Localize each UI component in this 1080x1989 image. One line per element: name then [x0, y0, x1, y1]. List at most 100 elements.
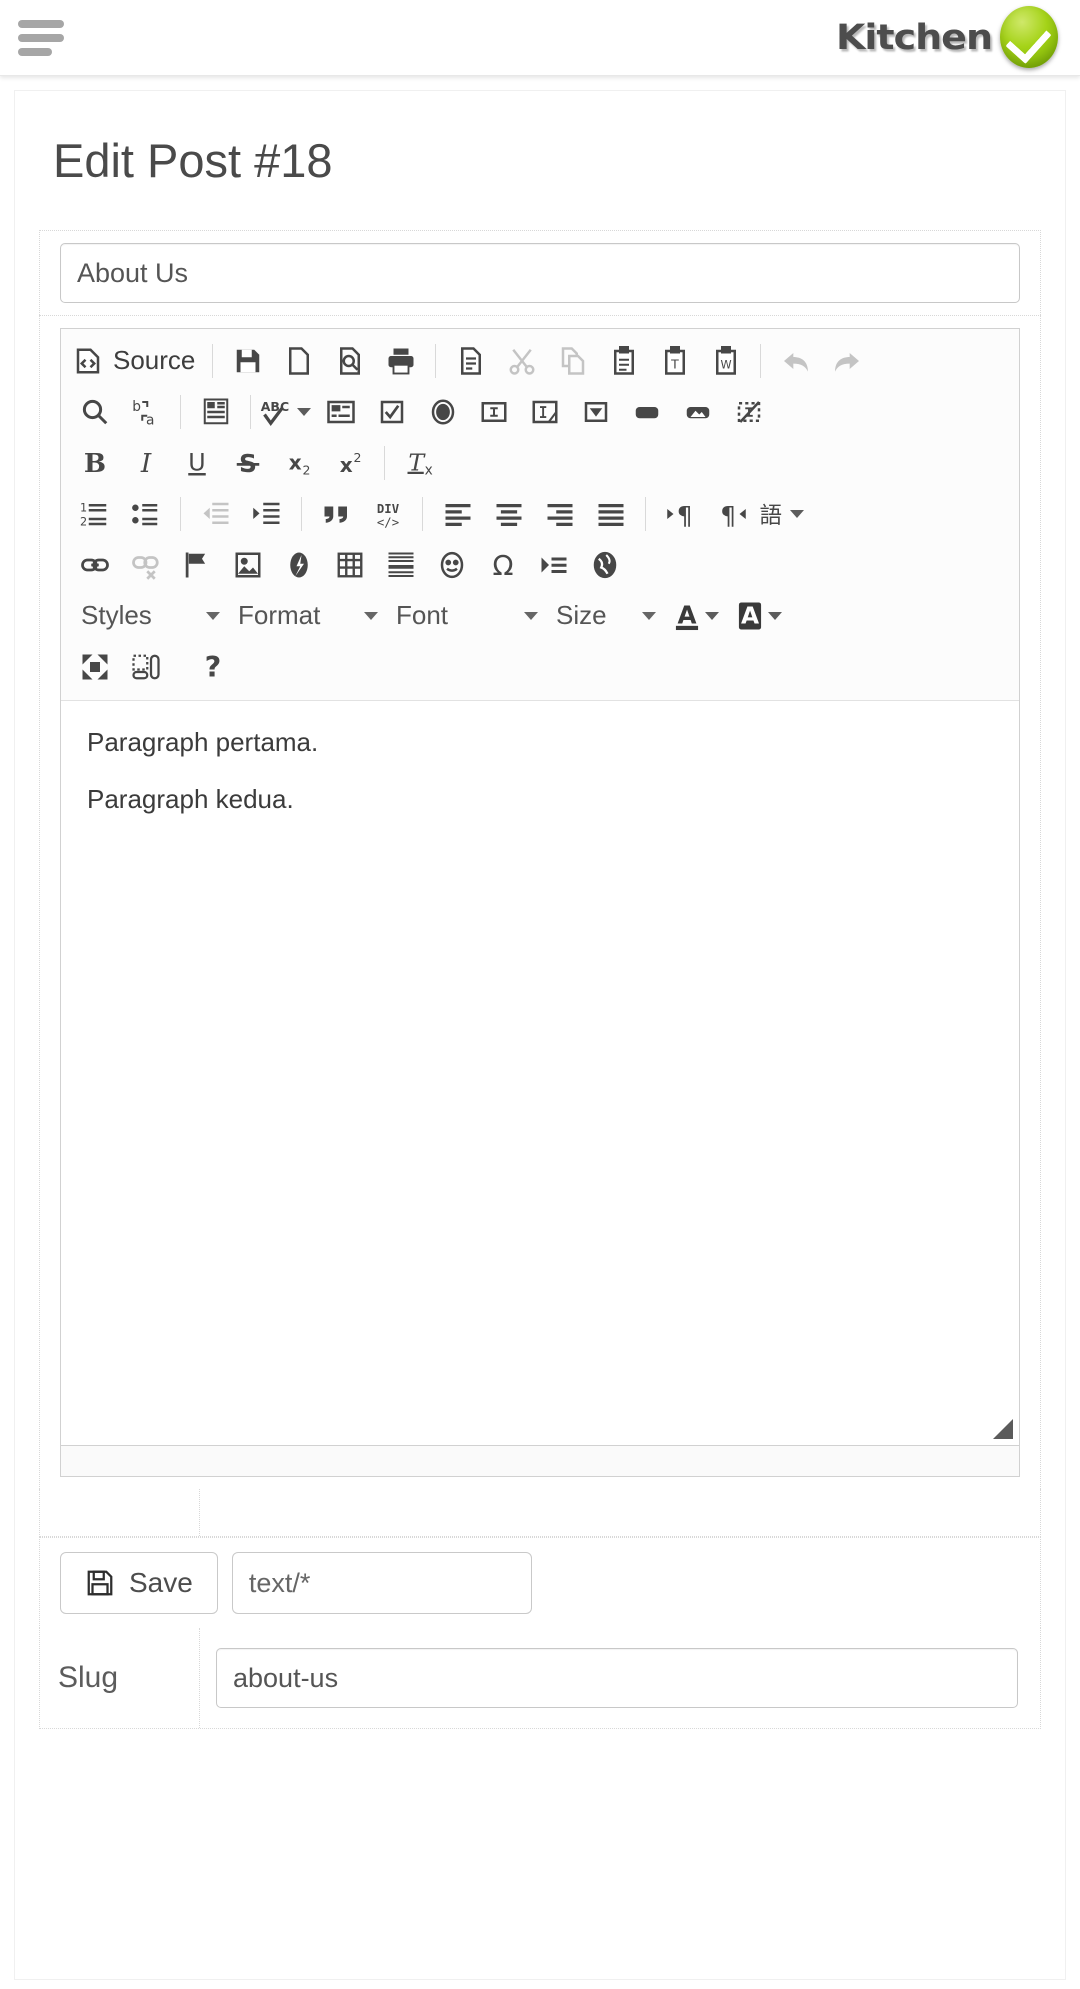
styles-combo[interactable]: Styles — [69, 592, 224, 640]
svg-text:a: a — [146, 412, 154, 427]
horizontal-rule-icon[interactable] — [375, 541, 426, 589]
bold-icon[interactable]: B — [69, 439, 120, 487]
cut-button[interactable] — [496, 337, 547, 385]
format-combo[interactable]: Format — [224, 592, 382, 640]
title-row — [39, 230, 1041, 315]
svg-text:T: T — [670, 356, 679, 371]
quote-icon[interactable] — [311, 490, 362, 538]
select-all-icon[interactable] — [190, 388, 241, 436]
text-color-button[interactable]: A — [660, 592, 723, 640]
page-break-icon[interactable] — [528, 541, 579, 589]
toolbar-separator — [301, 496, 302, 531]
numbered-list-icon[interactable]: 12 — [69, 490, 120, 538]
align-center-icon[interactable] — [483, 490, 534, 538]
save-button-label: Save — [129, 1567, 193, 1598]
svg-text:</>: </> — [376, 515, 398, 529]
push-button-icon[interactable] — [621, 388, 672, 436]
paste-button[interactable] — [598, 337, 649, 385]
superscript-icon[interactable]: x 2 — [324, 439, 375, 487]
templates-button[interactable] — [445, 337, 496, 385]
subscript-icon[interactable]: x 2 — [273, 439, 324, 487]
size-combo-label: Size — [556, 600, 607, 630]
flash-icon[interactable] — [273, 541, 324, 589]
spacer-row — [39, 1489, 1041, 1537]
print-button[interactable] — [375, 337, 426, 385]
brand-logo[interactable]: Kitchen — [836, 6, 1058, 68]
maximize-arrows-icon[interactable] — [69, 643, 120, 691]
redo-button[interactable] — [821, 337, 872, 385]
actions-row: Save — [39, 1537, 1041, 1628]
text-field-icon[interactable] — [468, 388, 519, 436]
toolbar-row-2: b a ABC — [69, 386, 1011, 437]
rich-text-editor: Source T W b a ABC B I U x 2 x 2 T x 1 2… — [60, 328, 1020, 1477]
toolbar-separator — [645, 496, 646, 531]
language-icon[interactable]: 語 — [757, 490, 808, 538]
toolbar-separator — [384, 445, 385, 480]
svg-text:U: U — [188, 448, 205, 476]
radio-button-icon[interactable] — [417, 388, 468, 436]
save-button[interactable]: Save — [60, 1552, 218, 1614]
div-container-icon[interactable]: DIV </> — [362, 490, 413, 538]
globe-iframe-icon[interactable] — [579, 541, 630, 589]
table-grid-icon[interactable] — [324, 541, 375, 589]
editor-content-area[interactable]: Paragraph pertama. Paragraph kedua. — [61, 701, 1019, 1446]
title-input[interactable] — [60, 243, 1020, 303]
paste-as-text-button[interactable]: T — [649, 337, 700, 385]
align-justify-icon[interactable] — [585, 490, 636, 538]
align-left-icon[interactable] — [432, 490, 483, 538]
svg-text:I: I — [139, 448, 151, 477]
paragraph-ltr-icon[interactable]: ¶ — [655, 490, 706, 538]
toolbar-separator — [180, 394, 181, 429]
paste-from-word-button[interactable]: W — [700, 337, 751, 385]
svg-text:2: 2 — [80, 515, 87, 528]
chevron-down-icon — [790, 509, 804, 518]
abc-check-icon[interactable]: ABC — [260, 388, 315, 436]
paragraph-rtl-icon[interactable]: ¶ — [706, 490, 757, 538]
dropdown-select-icon[interactable] — [570, 388, 621, 436]
source-button[interactable]: Source — [69, 337, 203, 385]
editor-status-bar — [61, 1446, 1019, 1476]
background-color-button[interactable]: A — [723, 592, 786, 640]
preview-button[interactable] — [324, 337, 375, 385]
question-mark-icon[interactable]: ? — [187, 643, 238, 691]
chevron-down-icon — [297, 407, 311, 416]
flag-anchor-icon[interactable] — [171, 541, 222, 589]
copy-button[interactable] — [547, 337, 598, 385]
size-combo[interactable]: Size — [542, 592, 660, 640]
find-replace-icon[interactable]: b a — [120, 388, 171, 436]
show-blocks-icon[interactable] — [120, 643, 171, 691]
new-page-button[interactable] — [273, 337, 324, 385]
remove-format-icon[interactable]: T x — [394, 439, 445, 487]
omega-icon[interactable]: Ω — [477, 541, 528, 589]
toolbar-row-1: Source T W — [69, 335, 1011, 386]
font-combo[interactable]: Font — [382, 592, 542, 640]
bulleted-list-icon[interactable] — [120, 490, 171, 538]
resize-handle-icon[interactable] — [993, 1419, 1013, 1439]
slug-row: Slug — [39, 1628, 1041, 1729]
slug-input[interactable] — [216, 1648, 1018, 1708]
outdent-icon[interactable] — [190, 490, 241, 538]
svg-text:B: B — [83, 448, 105, 478]
green-check-badge-icon — [1000, 6, 1058, 68]
magnifier-icon[interactable] — [69, 388, 120, 436]
svg-text:DIV: DIV — [376, 501, 399, 515]
hamburger-menu-icon[interactable] — [18, 16, 66, 60]
hamburger-bar — [18, 20, 64, 28]
align-right-icon[interactable] — [534, 490, 585, 538]
checkbox-icon[interactable] — [366, 388, 417, 436]
indent-icon[interactable] — [241, 490, 292, 538]
chain-link-icon[interactable] — [69, 541, 120, 589]
undo-button[interactable] — [770, 337, 821, 385]
broken-link-icon[interactable] — [120, 541, 171, 589]
form-icon[interactable] — [315, 388, 366, 436]
strikethrough-icon[interactable]: S — [222, 439, 273, 487]
save-button[interactable] — [222, 337, 273, 385]
underline-icon[interactable]: U — [171, 439, 222, 487]
smiley-face-icon[interactable] — [426, 541, 477, 589]
picture-icon[interactable] — [222, 541, 273, 589]
textarea-icon[interactable] — [519, 388, 570, 436]
hidden-field-icon[interactable] — [723, 388, 774, 436]
image-button-icon[interactable] — [672, 388, 723, 436]
italic-icon[interactable]: I — [120, 439, 171, 487]
file-accept-input[interactable] — [231, 1552, 532, 1614]
